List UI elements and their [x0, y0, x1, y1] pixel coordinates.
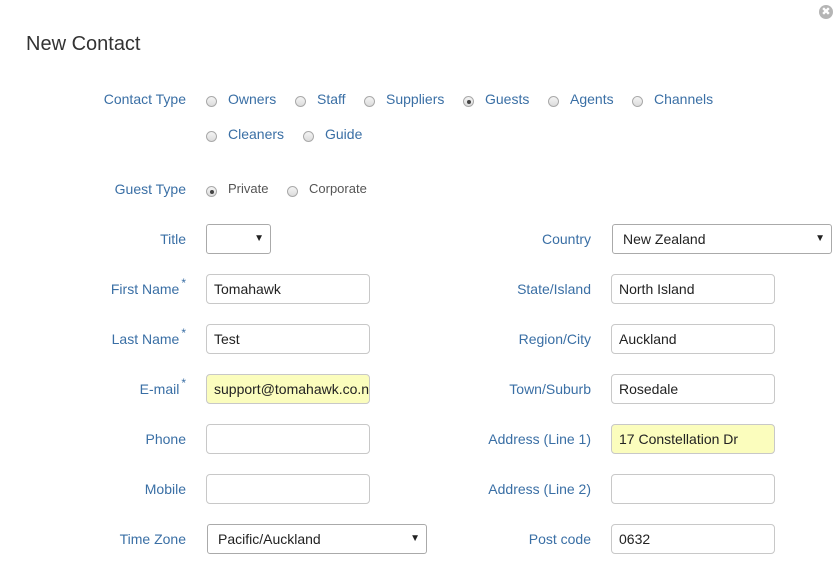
first-name-label: First Name *	[110, 276, 186, 297]
radio-label-private[interactable]: Private	[228, 181, 268, 196]
mobile-label: Mobile	[144, 481, 186, 497]
radio-label-guide[interactable]: Guide	[325, 126, 362, 142]
address1-label: Address (Line 1)	[488, 431, 591, 447]
radio-label-corporate[interactable]: Corporate	[309, 181, 367, 196]
radio-guests[interactable]	[463, 96, 474, 107]
radio-suppliers[interactable]	[364, 96, 375, 107]
chevron-down-icon: ▼	[254, 233, 264, 244]
postcode-label: Post code	[528, 531, 591, 547]
radio-label-owners[interactable]: Owners	[228, 91, 276, 107]
radio-corporate[interactable]	[287, 186, 298, 197]
address2-input[interactable]	[611, 474, 775, 504]
mobile-input[interactable]	[206, 474, 370, 504]
required-marker: *	[181, 326, 186, 340]
radio-agents[interactable]	[548, 96, 559, 107]
radio-staff[interactable]	[295, 96, 306, 107]
town-input[interactable]: Rosedale	[611, 374, 775, 404]
required-marker: *	[181, 276, 186, 290]
radio-label-guests[interactable]: Guests	[485, 91, 529, 107]
time-zone-label: Time Zone	[119, 531, 186, 547]
region-input[interactable]: Auckland	[611, 324, 775, 354]
radio-label-cleaners[interactable]: Cleaners	[228, 126, 284, 142]
town-label: Town/Suburb	[509, 381, 591, 397]
dialog-title: New Contact	[26, 33, 141, 55]
radio-label-staff[interactable]: Staff	[317, 91, 346, 107]
phone-input[interactable]	[206, 424, 370, 454]
radio-guide[interactable]	[303, 131, 314, 142]
state-input[interactable]: North Island	[611, 274, 775, 304]
address1-input[interactable]: 17 Constellation Dr	[611, 424, 775, 454]
guest-type-label: Guest Type	[114, 181, 186, 197]
country-label: Country	[541, 231, 591, 247]
radio-label-suppliers[interactable]: Suppliers	[386, 91, 444, 107]
title-label: Title	[160, 231, 186, 247]
email-input[interactable]: support@tomahawk.co.nz	[206, 374, 370, 404]
last-name-input[interactable]: Test	[206, 324, 370, 354]
email-label: E-mail *	[139, 376, 186, 397]
chevron-down-icon: ▼	[410, 533, 420, 544]
radio-label-channels[interactable]: Channels	[654, 91, 713, 107]
title-select[interactable]: ▼	[206, 224, 271, 254]
country-select[interactable]: New Zealand ▼	[612, 224, 832, 254]
radio-cleaners[interactable]	[206, 131, 217, 142]
radio-channels[interactable]	[632, 96, 643, 107]
region-label: Region/City	[518, 331, 591, 347]
radio-owners[interactable]	[206, 96, 217, 107]
radio-private[interactable]	[206, 186, 217, 197]
first-name-input[interactable]: Tomahawk	[206, 274, 370, 304]
radio-label-agents[interactable]: Agents	[570, 91, 614, 107]
required-marker: *	[181, 376, 186, 390]
contact-type-label: Contact Type	[103, 91, 186, 107]
address2-label: Address (Line 2)	[488, 481, 591, 497]
chevron-down-icon: ▼	[815, 233, 825, 244]
close-icon[interactable]: ✖	[819, 5, 833, 19]
time-zone-select[interactable]: Pacific/Auckland ▼	[207, 524, 427, 554]
last-name-label: Last Name *	[111, 326, 186, 347]
postcode-input[interactable]: 0632	[611, 524, 775, 554]
state-label: State/Island	[517, 281, 591, 297]
phone-label: Phone	[145, 431, 186, 447]
